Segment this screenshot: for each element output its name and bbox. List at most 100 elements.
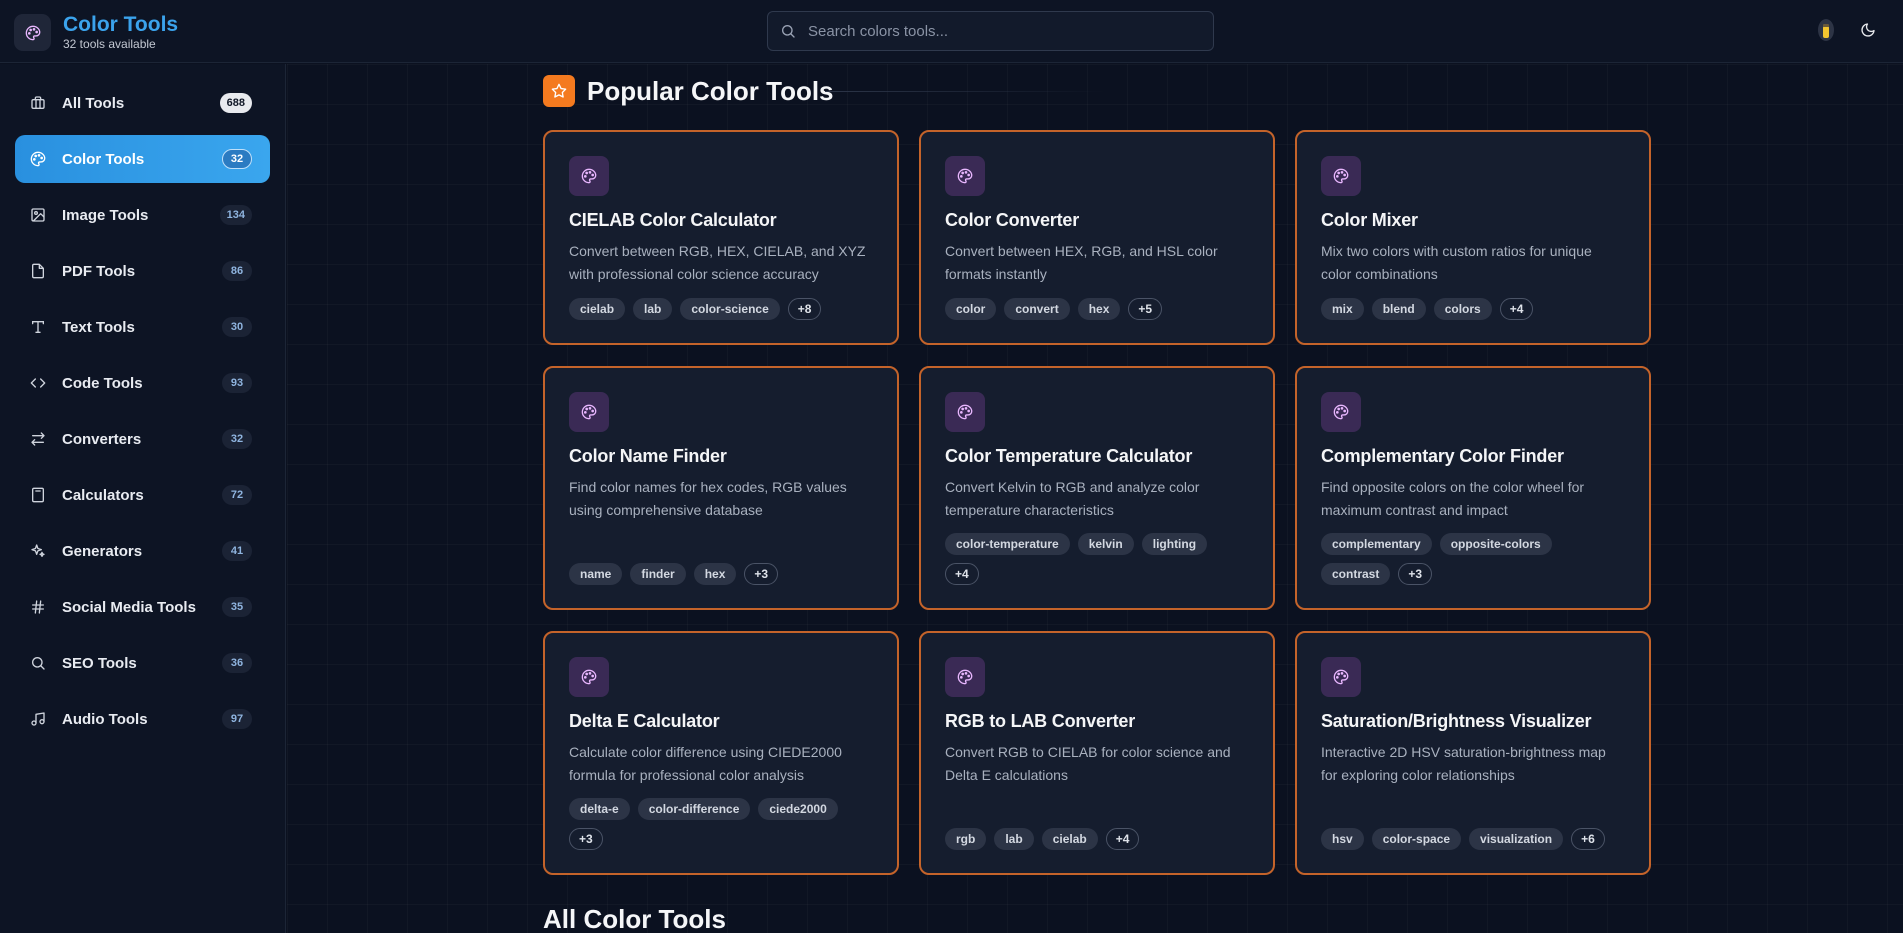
tag: color-temperature [945,533,1070,555]
count-badge: 32 [222,149,252,169]
tag: cielab [569,298,626,320]
sidebar-item-converters[interactable]: Converters 32 [15,415,270,463]
palette-icon [14,14,51,51]
tag: name [569,563,623,585]
music-icon [30,711,46,727]
arrows-exchange-icon [30,431,46,447]
sidebar-item-all-tools[interactable]: All Tools 688 [15,79,270,127]
search-icon [30,655,46,671]
tag: lab [633,298,673,320]
card-title: Complementary Color Finder [1321,446,1564,466]
tag-list: mix blend colors +4 [1321,298,1621,320]
tag: kelvin [1077,533,1134,555]
tool-card[interactable]: Color Converter Convert between HEX, RGB… [919,130,1275,345]
count-badge: 688 [219,93,252,113]
top-header: Color Tools 32 tools available [0,0,1903,63]
more-tags-badge: +6 [1571,828,1605,850]
more-tags-badge: +8 [787,298,822,320]
sidebar-item-seo-tools[interactable]: SEO Tools 36 [15,639,270,687]
calculator-icon [30,487,46,503]
brand[interactable]: Color Tools 32 tools available [14,13,178,52]
card-description: Find opposite colors on the color wheel … [1321,479,1585,518]
sidebar-item-label: All Tools [62,94,125,112]
count-badge: 72 [222,485,252,505]
file-icon [30,263,46,279]
main-content: Popular Color Tools CIELAB Color Calcula… [287,64,1903,933]
card-description: Convert RGB to CIELAB for color science … [945,744,1231,783]
tag: opposite-colors [1439,533,1552,555]
moon-icon[interactable] [1856,18,1880,42]
card-title: Saturation/Brightness Visualizer [1321,711,1592,731]
count-badge: 30 [222,317,252,337]
palette-icon [1321,657,1361,697]
sidebar-item-image-tools[interactable]: Image Tools 134 [15,191,270,239]
search-input[interactable] [808,22,1188,40]
sidebar-item-audio-tools[interactable]: Audio Tools 97 [15,695,270,743]
tag-list: hsv color-space visualization +6 [1321,828,1621,850]
tool-card[interactable]: Color Name Finder Find color names for h… [543,366,899,610]
palette-icon [30,151,46,167]
card-title: Color Converter [945,210,1080,230]
tag: color-difference [637,798,751,820]
tag-list: name finder hex +3 [569,563,869,585]
sidebar-item-generators[interactable]: Generators 41 [15,527,270,575]
tool-card[interactable]: Complementary Color Finder Find opposite… [1295,366,1651,610]
more-tags-badge: +3 [569,828,603,850]
tag: contrast [1321,563,1391,585]
count-badge: 36 [222,653,252,673]
search-icon [780,23,796,39]
sidebar-item-label: Audio Tools [62,710,148,728]
sidebar-item-social-media-tools[interactable]: Social Media Tools 35 [15,583,270,631]
more-tags-badge: +3 [1398,563,1433,585]
count-badge: 86 [222,261,252,281]
section-divider [825,91,1105,92]
more-tags-badge: +4 [1499,298,1534,320]
brand-title: Color Tools [63,13,179,36]
search-box[interactable] [767,11,1214,51]
image-icon [30,207,46,223]
more-tags-badge: +4 [945,563,979,585]
brand-subtitle: 32 tools available [63,37,156,51]
tool-card[interactable]: Saturation/Brightness Visualizer Interac… [1295,631,1651,875]
tag: rgb [945,828,987,850]
tool-card[interactable]: Delta E Calculator Calculate color diffe… [543,631,899,875]
sidebar-item-color-tools[interactable]: Color Tools 32 [15,135,270,183]
tool-card[interactable]: Color Temperature Calculator Convert Kel… [919,366,1275,610]
sidebar-item-code-tools[interactable]: Code Tools 93 [15,359,270,407]
sidebar-item-label: Converters [62,430,142,448]
tag-list: color-temperature kelvin lighting +4 [945,533,1245,585]
palette-icon [945,392,985,432]
code-icon [30,375,46,391]
star-icon [543,75,575,107]
card-title: CIELAB Color Calculator [569,210,777,230]
tag: hex [693,563,737,585]
sidebar-item-label: Image Tools [62,206,149,224]
palette-icon [945,156,985,196]
sidebar: All Tools 688 Color Tools 32 Image Tools… [0,64,286,933]
card-title: Color Temperature Calculator [945,446,1193,466]
tool-card[interactable]: Color Mixer Mix two colors with custom r… [1295,130,1651,345]
tool-card[interactable]: CIELAB Color Calculator Convert between … [543,130,899,345]
count-badge: 134 [219,205,252,225]
section-header: Popular Color Tools [543,75,834,107]
tool-card[interactable]: RGB to LAB Converter Convert RGB to CIEL… [919,631,1275,875]
tag: color [945,298,997,320]
sidebar-item-label: SEO Tools [62,654,137,672]
tag: finder [630,563,686,585]
sidebar-item-label: Social Media Tools [62,598,196,616]
user-avatar-icon[interactable] [1814,18,1838,42]
count-badge: 93 [222,373,252,393]
tag: ciede2000 [758,798,838,820]
sidebar-item-text-tools[interactable]: Text Tools 30 [15,303,270,351]
sidebar-item-calculators[interactable]: Calculators 72 [15,471,270,519]
card-title: Delta E Calculator [569,711,720,731]
tag: visualization [1469,828,1564,850]
tag: convert [1004,298,1070,320]
tag: delta-e [569,798,630,820]
count-badge: 41 [222,541,252,561]
sidebar-item-pdf-tools[interactable]: PDF Tools 86 [15,247,270,295]
tag-list: color convert hex +5 [945,298,1245,320]
tag: complementary [1321,533,1432,555]
all-tools-heading: All Color Tools [543,904,726,933]
tag: blend [1371,298,1426,320]
